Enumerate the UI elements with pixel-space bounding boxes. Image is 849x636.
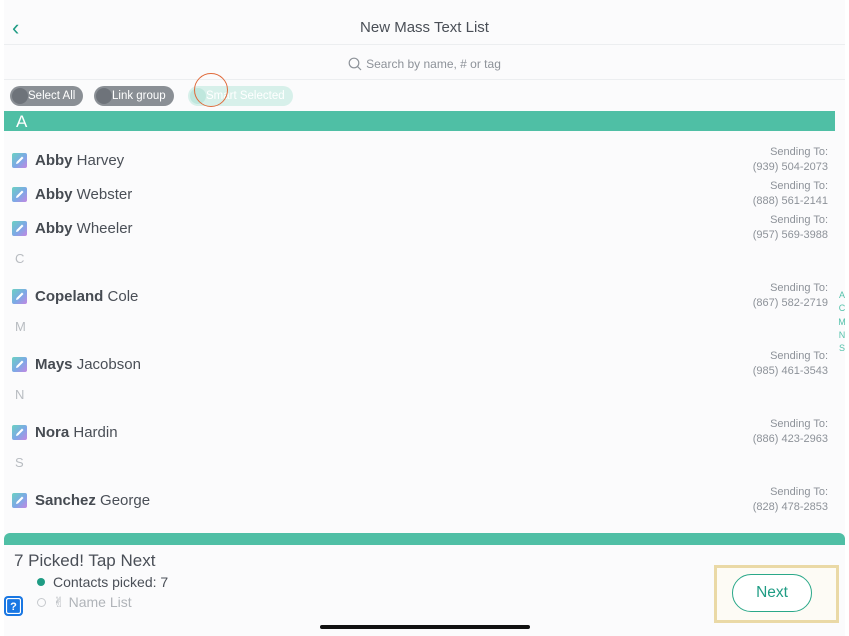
- contact-phone: (828) 478-2853: [752, 501, 828, 513]
- divider: [4, 79, 845, 80]
- contact-name: Sanchez George: [35, 492, 151, 509]
- toggle-dot-icon: [96, 88, 112, 104]
- section-letter-n: N: [15, 387, 25, 402]
- sending-to: Sending To: (957) 569-3988: [752, 214, 828, 241]
- alphabet-index: A C M N S: [837, 289, 847, 355]
- empty-bullet-icon: [37, 598, 46, 607]
- contact-name: Nora Hardin: [35, 424, 118, 441]
- edit-pencil-icon[interactable]: [12, 221, 27, 236]
- toggle-dot-icon: [12, 88, 28, 104]
- divider: [4, 44, 845, 45]
- sending-to: Sending To: (828) 478-2853: [752, 486, 828, 513]
- chip-label: Smart Selected: [206, 90, 285, 102]
- edit-pencil-icon[interactable]: [12, 289, 27, 304]
- next-button[interactable]: Next: [732, 574, 812, 612]
- search-input[interactable]: Search by name, # or tag: [4, 57, 845, 77]
- contact-phone: (985) 461-3543: [752, 365, 828, 377]
- picked-summary: 7 Picked! Tap Next: [14, 551, 156, 570]
- contact-phone: (886) 423-2963: [752, 433, 828, 445]
- edit-pencil-icon[interactable]: [12, 187, 27, 202]
- edit-pencil-icon[interactable]: [12, 153, 27, 168]
- app-screen: ‹ New Mass Text List Search by name, # o…: [4, 0, 847, 636]
- index-letter[interactable]: S: [837, 342, 847, 355]
- edit-pencil-icon[interactable]: [12, 493, 27, 508]
- contact-row[interactable]: Mays Jacobson Sending To: (985) 461-3543: [4, 347, 835, 381]
- chip-label: Select All: [28, 90, 76, 102]
- contact-name: Mays Jacobson: [35, 356, 141, 373]
- search-icon: [348, 57, 362, 71]
- edit-pencil-icon[interactable]: [12, 357, 27, 372]
- contact-name: Copeland Cole: [35, 288, 139, 305]
- contact-phone: (939) 504-2073: [752, 161, 828, 173]
- contact-row[interactable]: Abby Webster Sending To: (888) 561-2141: [4, 177, 835, 211]
- footer-accent-bar: [4, 533, 845, 545]
- filled-bullet-icon: [37, 578, 45, 586]
- contacts-picked-stat: Contacts picked: 7: [37, 574, 168, 590]
- name-list-stat[interactable]: ✌ Name List: [37, 594, 132, 611]
- svg-text:?: ?: [10, 601, 17, 613]
- home-indicator[interactable]: [320, 625, 530, 629]
- sending-to: Sending To: (939) 504-2073: [752, 146, 828, 173]
- contact-phone: (957) 569-3988: [752, 229, 828, 241]
- link-group-chip[interactable]: Link group: [94, 86, 174, 106]
- contact-row[interactable]: Abby Harvey Sending To: (939) 504-2073: [4, 143, 835, 177]
- contact-row[interactable]: Abby Wheeler Sending To: (957) 569-3988: [4, 211, 835, 245]
- index-letter[interactable]: N: [837, 329, 847, 342]
- chip-label: Link group: [112, 90, 166, 102]
- section-letter-s: S: [15, 455, 24, 470]
- sending-to: Sending To: (886) 423-2963: [752, 418, 828, 445]
- contact-name: Abby Harvey: [35, 152, 125, 169]
- toggle-dot-icon: [190, 88, 206, 104]
- section-letter-c: C: [15, 251, 25, 266]
- search-placeholder: Search by name, # or tag: [366, 57, 501, 71]
- smart-selected-chip[interactable]: Smart Selected: [188, 86, 293, 106]
- page-title: New Mass Text List: [360, 19, 489, 36]
- contact-phone: (867) 582-2719: [752, 297, 828, 309]
- sending-to: Sending To: (985) 461-3543: [752, 350, 828, 377]
- contact-row[interactable]: Nora Hardin Sending To: (886) 423-2963: [4, 415, 835, 449]
- edit-pencil-icon[interactable]: [12, 425, 27, 440]
- sending-to: Sending To: (888) 561-2141: [752, 180, 828, 207]
- contact-row[interactable]: Sanchez George Sending To: (828) 478-2853: [4, 483, 835, 517]
- section-letter-m: M: [15, 319, 26, 334]
- contact-phone: (888) 561-2141: [752, 195, 828, 207]
- sending-to: Sending To: (867) 582-2719: [752, 282, 828, 309]
- index-letter[interactable]: C: [837, 302, 847, 315]
- help-icon[interactable]: ?: [4, 596, 23, 616]
- contact-name: Abby Wheeler: [35, 220, 133, 237]
- index-letter[interactable]: A: [837, 289, 847, 302]
- section-header-a: A: [4, 111, 835, 131]
- index-letter[interactable]: M: [837, 316, 847, 329]
- contact-row[interactable]: Copeland Cole Sending To: (867) 582-2719: [4, 279, 835, 313]
- select-all-chip[interactable]: Select All: [10, 86, 84, 106]
- contact-name: Abby Webster: [35, 186, 133, 203]
